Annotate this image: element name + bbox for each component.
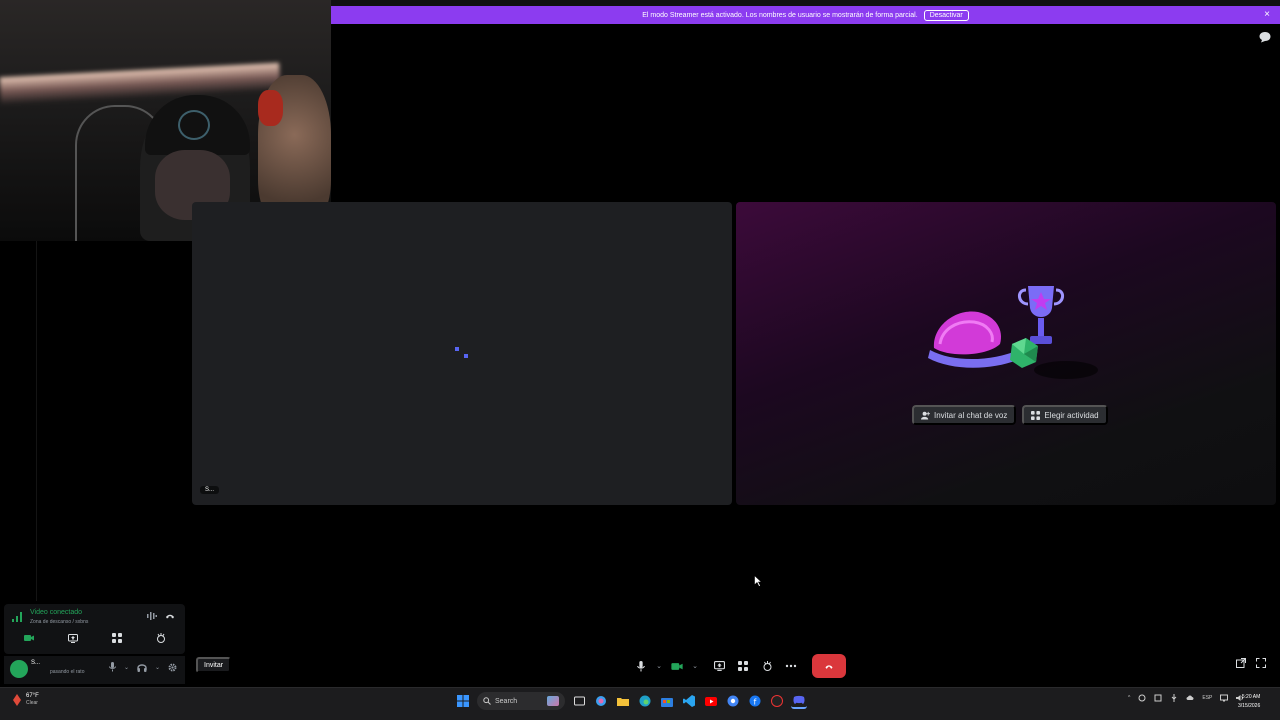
soundboard-icon (763, 661, 771, 671)
clock-date: 3/15/2026 (1238, 703, 1261, 709)
voice-status-label[interactable]: Video conectado (30, 609, 82, 616)
activities-icon (1031, 410, 1041, 420)
taskbar-search[interactable]: Search (477, 692, 565, 710)
banner-message: El modo Streamer está activado. Los nomb… (642, 11, 918, 19)
voice-channel-label[interactable]: Zona de descanso / sxbns (30, 619, 88, 625)
weather-widget[interactable]: 67°F Clear (12, 693, 39, 706)
activity-invite-tile: Invitar al chat de voz Elegir actividad (736, 202, 1276, 505)
choose-activity-label: Elegir actividad (1044, 410, 1099, 420)
add-user-icon (921, 411, 930, 420)
headphones-icon[interactable] (137, 663, 147, 672)
screen-share-button[interactable] (708, 655, 730, 677)
weather-icon (13, 693, 21, 706)
disconnect-call-button[interactable] (812, 654, 846, 678)
streamer-mode-banner: El modo Streamer está activado. Los nomb… (331, 6, 1280, 24)
chevron-down-icon[interactable]: ⌄ (155, 664, 160, 671)
soundboard-button[interactable] (756, 655, 778, 677)
screen-share-button[interactable] (54, 630, 92, 646)
edge-icon[interactable] (637, 693, 653, 709)
trophy-illustration-icon (928, 286, 1098, 379)
sidebar-divider (36, 241, 37, 601)
activities-button[interactable] (732, 655, 754, 677)
chevron-down-icon[interactable]: ⌄ (124, 664, 129, 671)
activities-icon (112, 633, 122, 643)
search-highlight-icon (547, 696, 559, 706)
language-indicator[interactable]: ESP (1202, 695, 1212, 701)
usb-icon[interactable] (1170, 694, 1178, 702)
voice-connection-panel: Video conectado Zona de descanso / sxbns (4, 604, 185, 654)
fullscreen-icon[interactable] (1256, 658, 1266, 668)
close-icon[interactable]: × (1264, 9, 1270, 20)
signal-icon[interactable] (12, 612, 24, 622)
user-panel: S... pasando el rato ⌄ ⌄ (4, 656, 185, 684)
camera-toggle-button[interactable] (666, 655, 688, 677)
system-clock[interactable]: 5:20 AM 3/15/2026 (1238, 693, 1260, 711)
chevron-up-icon[interactable]: ^ (1128, 695, 1130, 701)
loading-spinner-icon (455, 347, 468, 358)
cap-logo (178, 110, 210, 140)
hangup-icon (825, 664, 833, 669)
call-controls: ⌄ ⌄ (630, 654, 846, 678)
participant-name-tag: S... (200, 486, 220, 494)
soundboard-button[interactable] (142, 630, 180, 646)
tray-app-icon[interactable] (1138, 694, 1146, 702)
chat-bubble-icon[interactable] (1258, 30, 1272, 44)
vscode-icon[interactable] (681, 693, 697, 709)
avatar[interactable] (10, 660, 28, 678)
more-icon (785, 664, 797, 668)
weather-description: Clear (26, 700, 38, 706)
start-button[interactable] (455, 693, 471, 709)
store-icon[interactable] (659, 693, 675, 709)
screen-share-icon (68, 633, 78, 643)
game-app-icon[interactable] (769, 693, 785, 709)
microphone-icon (637, 660, 645, 671)
camera-toggle-button[interactable] (10, 630, 48, 646)
user-status-label: pasando el rato (50, 669, 85, 675)
copilot-icon[interactable] (593, 693, 609, 709)
clock-time: 5:20 AM (1241, 694, 1261, 700)
facebook-icon[interactable]: f (747, 693, 763, 709)
screen-share-icon (713, 661, 725, 671)
camera-icon (671, 662, 683, 670)
weather-temperature: 67°F (26, 693, 39, 699)
activities-button[interactable] (98, 630, 136, 646)
chevron-down-icon[interactable]: ⌄ (690, 655, 700, 677)
windows-taskbar: 67°F Clear Search f ^ ESP 5:20 AM 3/15/2… (0, 687, 1280, 720)
file-explorer-icon[interactable] (615, 693, 631, 709)
camera-icon (24, 635, 34, 641)
cloud-icon[interactable] (1186, 694, 1194, 702)
deactivate-streamer-button[interactable]: Desactivar (923, 9, 969, 21)
noise-suppression-icon[interactable] (147, 612, 157, 620)
soundboard-icon (157, 633, 165, 643)
plush-red-shirt (258, 90, 283, 126)
app-window: El modo Streamer está activado. Los nomb… (0, 0, 1280, 720)
chrome-icon[interactable] (725, 693, 741, 709)
activities-icon (738, 661, 748, 671)
gear-icon[interactable] (168, 663, 177, 672)
invite-to-voice-label: Invitar al chat de voz (934, 410, 1008, 420)
mute-button[interactable] (630, 655, 652, 677)
disconnect-icon[interactable] (165, 612, 175, 620)
invite-button[interactable]: Invitar (196, 657, 232, 673)
network-icon[interactable] (1220, 694, 1229, 702)
chevron-down-icon[interactable]: ⌄ (654, 655, 664, 677)
tray-app-icon[interactable] (1154, 694, 1162, 702)
search-icon (483, 697, 491, 705)
system-tray: ^ ESP (1128, 694, 1244, 702)
youtube-icon[interactable] (703, 693, 719, 709)
participant-tile[interactable]: S... (192, 202, 732, 505)
microphone-icon[interactable] (108, 662, 116, 672)
invite-to-voice-button[interactable]: Invitar al chat de voz (912, 405, 1017, 425)
task-view-icon[interactable] (571, 693, 587, 709)
username-label[interactable]: S... (31, 660, 40, 666)
windows-logo-icon (457, 695, 469, 707)
more-options-button[interactable] (780, 655, 802, 677)
taskbar-center: Search f (455, 692, 807, 710)
svg-text:f: f (754, 698, 757, 707)
search-placeholder: Search (495, 697, 518, 705)
mouse-cursor-icon (754, 575, 762, 587)
popout-icon[interactable] (1236, 658, 1246, 668)
choose-activity-button[interactable]: Elegir actividad (1022, 405, 1108, 425)
discord-icon[interactable] (791, 693, 807, 709)
